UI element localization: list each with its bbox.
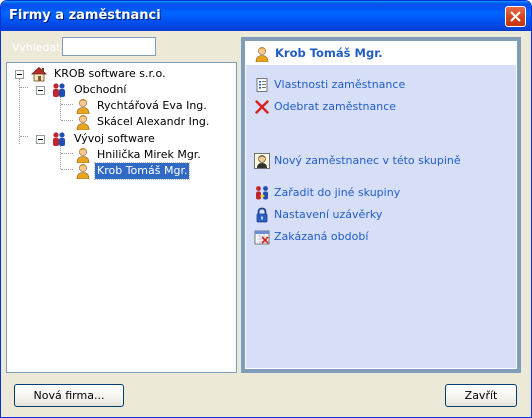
properties-icon xyxy=(256,78,268,92)
person-icon xyxy=(76,148,90,163)
close-icon xyxy=(510,11,521,22)
task-panel-body: Krob Tomáš Mgr. Vlastnosti zaměstnance O… xyxy=(245,41,517,369)
lock-icon xyxy=(256,207,268,223)
collapse-toggle[interactable] xyxy=(15,70,24,79)
window-title: Firmy a zaměstnanci xyxy=(9,8,161,23)
action-label[interactable]: Vlastnosti zaměstnance xyxy=(274,78,405,91)
employee-name: Rychtářová Eva Ing. xyxy=(97,99,207,112)
employee-name: Skácel Alexandr Ing. xyxy=(97,115,210,128)
group-icon xyxy=(53,132,65,146)
action-label[interactable]: Odebrat zaměstnance xyxy=(274,100,396,113)
employee-name: Krob Tomáš Mgr. xyxy=(93,162,191,180)
tree-node-group[interactable]: Vývoj software xyxy=(7,131,236,147)
task-panel: Krob Tomáš Mgr. Vlastnosti zaměstnance O… xyxy=(241,37,521,373)
person-icon xyxy=(255,47,269,62)
tree-node-company[interactable]: KROB software s.r.o. xyxy=(7,66,236,82)
action-label[interactable]: Nastavení uzávěrky xyxy=(274,208,382,221)
calendar-icon xyxy=(254,230,270,245)
person-icon xyxy=(76,164,90,179)
close-button[interactable]: Zavřít xyxy=(445,384,517,407)
move-group-icon xyxy=(256,186,268,200)
person-icon xyxy=(76,99,90,114)
action-label[interactable]: Zakázaná období xyxy=(274,230,368,243)
house-icon xyxy=(31,66,47,82)
tree-node-employee-selected[interactable]: Krob Tomáš Mgr. xyxy=(7,162,236,180)
search-input[interactable] xyxy=(62,37,156,56)
company-name: KROB software s.r.o. xyxy=(54,67,166,80)
new-company-button[interactable]: Nová firma... xyxy=(14,384,124,407)
tree-node-employee[interactable]: Hnilička Mirek Mgr. xyxy=(7,147,236,163)
delete-x-icon xyxy=(255,100,269,114)
group-name: Obchodní xyxy=(74,83,127,96)
action-label[interactable]: Zařadit do jiné skupiny xyxy=(274,186,400,199)
dialog-window: Firmy a zaměstnanci Vyhledat: KROB softw… xyxy=(0,0,532,418)
collapse-toggle[interactable] xyxy=(36,135,45,144)
new-employee-icon xyxy=(254,153,270,169)
tree-node-employee[interactable]: Skácel Alexandr Ing. xyxy=(7,114,236,130)
title-bar[interactable]: Firmy a zaměstnanci xyxy=(1,1,531,31)
person-icon xyxy=(76,115,90,130)
group-name: Vývoj software xyxy=(74,132,155,145)
company-tree[interactable]: KROB software s.r.o. Obchodní Rychtářová… xyxy=(6,62,237,373)
search-label: Vyhledat: xyxy=(12,41,65,54)
tree-node-employee[interactable]: Rychtářová Eva Ing. xyxy=(7,98,236,114)
collapse-toggle[interactable] xyxy=(36,86,45,95)
group-icon xyxy=(53,83,65,97)
employee-name: Hnilička Mirek Mgr. xyxy=(97,148,201,161)
panel-header: Krob Tomáš Mgr. xyxy=(246,42,516,65)
close-window-button[interactable] xyxy=(505,6,526,27)
panel-title: Krob Tomáš Mgr. xyxy=(275,46,383,60)
action-label[interactable]: Nový zaměstnanec v této skupině xyxy=(274,154,461,167)
tree-node-group[interactable]: Obchodní xyxy=(7,82,236,98)
